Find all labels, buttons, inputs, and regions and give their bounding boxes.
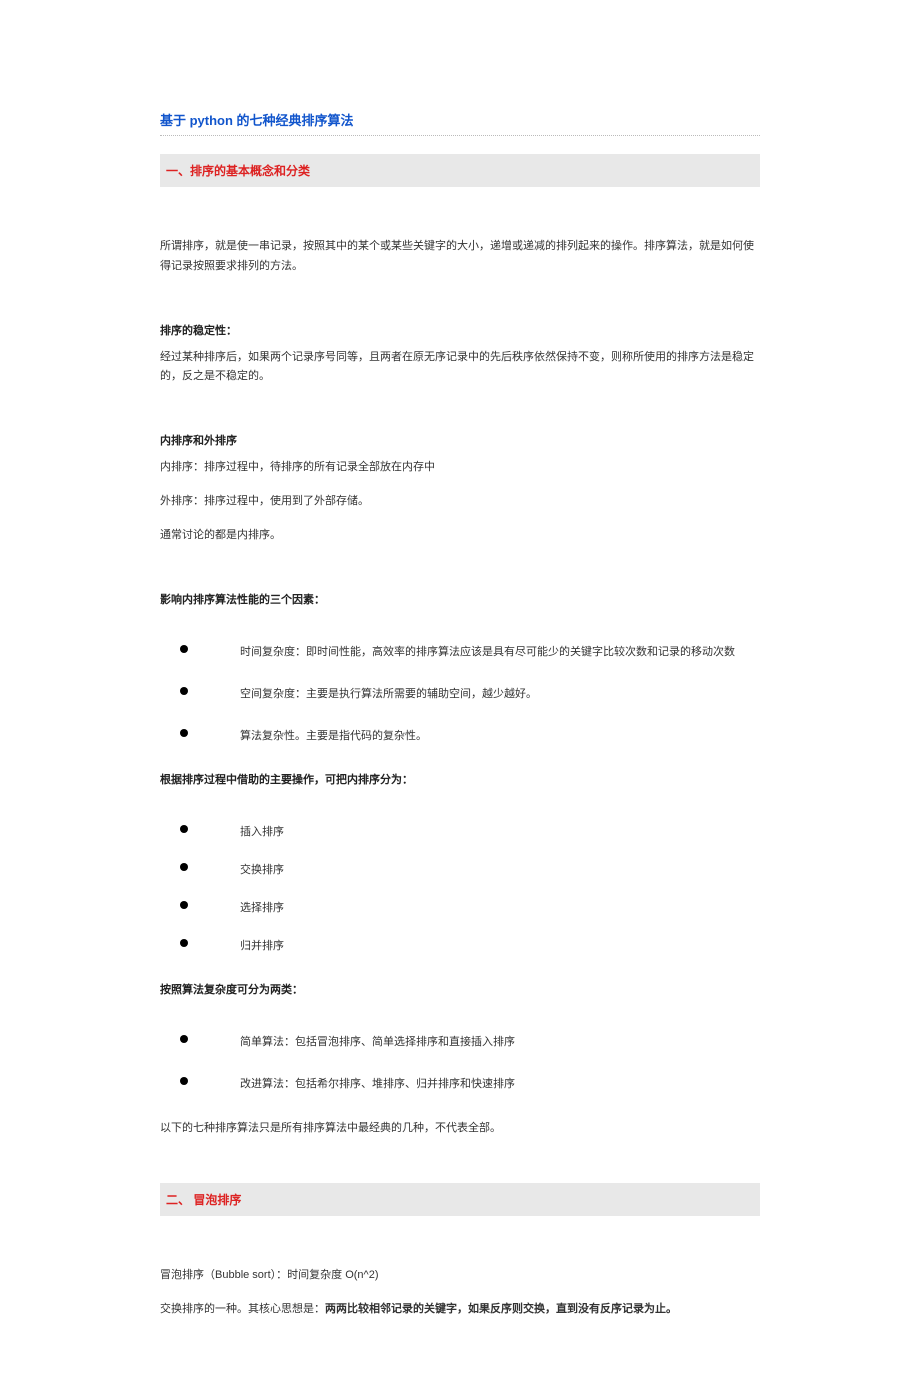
bubble-core-bold: 两两比较相邻记录的关键字，如果反序则交换，直到没有反序记录为止。: [325, 1303, 677, 1315]
list-item: 算法复杂性。主要是指代码的复杂性。: [160, 727, 760, 743]
section-header-1: 一、排序的基本概念和分类: [160, 154, 760, 187]
complexity-heading: 按照算法复杂度可分为两类：: [160, 981, 760, 997]
list-item: 插入排序: [160, 823, 760, 839]
external-sort-desc: 外排序：排序过程中，使用到了外部存储。: [160, 492, 760, 512]
list-item: 归并排序: [160, 937, 760, 953]
list-item: 选择排序: [160, 899, 760, 915]
section-header-2: 二、 冒泡排序: [160, 1183, 760, 1216]
list-item: 改进算法：包括希尔排序、堆排序、归并排序和快速排序: [160, 1075, 760, 1091]
internal-sort-desc: 内排序：排序过程中，待排序的所有记录全部放在内存中: [160, 458, 760, 478]
stability-body: 经过某种排序后，如果两个记录序号同等，且两者在原无序记录中的先后秩序依然保持不变…: [160, 348, 760, 388]
document-title: 基于 python 的七种经典排序算法: [160, 110, 760, 136]
document-page: 基于 python 的七种经典排序算法 一、排序的基本概念和分类 所谓排序，就是…: [0, 0, 920, 1394]
list-item: 简单算法：包括冒泡排序、简单选择排序和直接插入排序: [160, 1033, 760, 1049]
list-item: 时间复杂度：即时间性能，高效率的排序算法应该是具有尽可能少的关键字比较次数和记录…: [160, 643, 760, 659]
complexity-list: 简单算法：包括冒泡排序、简单选择排序和直接插入排序 改进算法：包括希尔排序、堆排…: [160, 1033, 760, 1091]
sort-types-list: 插入排序 交换排序 选择排序 归并排序: [160, 823, 760, 953]
intro-paragraph: 所谓排序，就是使一串记录，按照其中的某个或某些关键字的大小，递增或递减的排列起来…: [160, 237, 760, 277]
list-item: 交换排序: [160, 861, 760, 877]
internal-external-heading: 内排序和外排序: [160, 432, 760, 448]
list-item: 空间复杂度：主要是执行算法所需要的辅助空间，越少越好。: [160, 685, 760, 701]
performance-factors-heading: 影响内排序算法性能的三个因素：: [160, 591, 760, 607]
bubble-core-prefix: 交换排序的一种。其核心思想是：: [160, 1303, 325, 1315]
internal-note: 通常讨论的都是内排序。: [160, 526, 760, 546]
bubble-sort-core: 交换排序的一种。其核心思想是：两两比较相邻记录的关键字，如果反序则交换，直到没有…: [160, 1300, 760, 1320]
factors-list: 时间复杂度：即时间性能，高效率的排序算法应该是具有尽可能少的关键字比较次数和记录…: [160, 643, 760, 743]
bubble-sort-intro: 冒泡排序（Bubble sort）：时间复杂度 O(n^2): [160, 1266, 760, 1286]
main-operations-heading: 根据排序过程中借助的主要操作，可把内排序分为：: [160, 771, 760, 787]
algorithms-note: 以下的七种排序算法只是所有排序算法中最经典的几种，不代表全部。: [160, 1119, 760, 1139]
stability-heading: 排序的稳定性：: [160, 322, 760, 338]
